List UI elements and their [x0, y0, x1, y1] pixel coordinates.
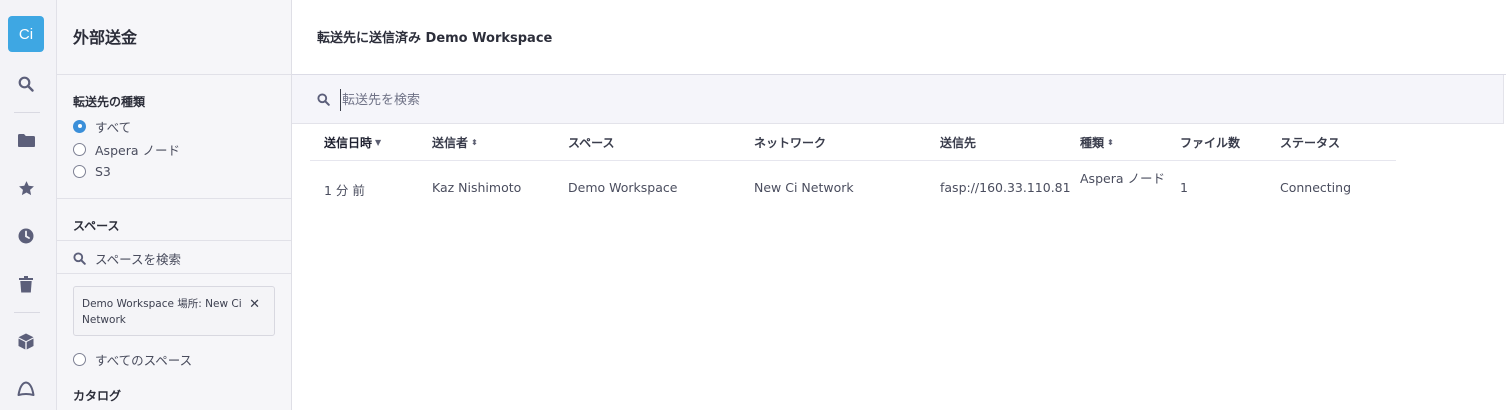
spaces-title: スペース: [73, 219, 120, 233]
column-label: 種類: [1080, 136, 1105, 150]
catalog-title: カタログ: [73, 389, 122, 403]
cube-icon[interactable]: [8, 323, 44, 359]
space-search-placeholder: スペースを検索: [95, 252, 182, 267]
radio-unselected-icon[interactable]: [73, 142, 86, 156]
clock-icon[interactable]: [8, 218, 44, 254]
icon-rail: Ci: [0, 0, 57, 410]
column-label: スペース: [568, 136, 615, 150]
app-window: Ci 外部送金 転送先の種類 すべて Aspera ノード S3 スペース スペ…: [0, 0, 1506, 410]
radio-label: Aspera ノード: [95, 142, 180, 158]
column-label: ステータス: [1280, 136, 1341, 150]
rail-divider: [14, 312, 40, 313]
table-row[interactable]: 1 分 前 Kaz Nishimoto Demo Workspace New C…: [310, 161, 1396, 213]
selected-space-tag: Demo Workspace 場所: New Ci Network ✕: [73, 286, 275, 336]
tag-label: Demo Workspace 場所: New Ci Network: [82, 298, 242, 326]
column-status[interactable]: ステータス: [1280, 134, 1340, 151]
cell-sent-at: 1 分 前: [324, 183, 365, 198]
radio-label: すべて: [95, 119, 132, 135]
column-label: 送信日時: [324, 136, 373, 150]
search-icon: [73, 252, 86, 265]
app-logo[interactable]: Ci: [8, 16, 44, 52]
divider: [57, 273, 291, 274]
sort-desc-icon: ▼: [375, 137, 382, 147]
column-sent-at[interactable]: 送信日時 ▼: [324, 134, 381, 151]
radio-label: すべてのスペース: [95, 352, 193, 368]
column-label: ファイル数: [1180, 136, 1241, 150]
search-icon: [317, 93, 330, 106]
dome-icon[interactable]: [8, 371, 44, 407]
divider: [57, 240, 291, 241]
column-destination[interactable]: 送信先: [940, 134, 976, 151]
sort-icon: ⬍: [471, 137, 478, 147]
cell-network: New Ci Network: [754, 180, 854, 195]
folder-icon[interactable]: [8, 122, 44, 158]
destination-search-input[interactable]: [340, 89, 940, 111]
radio-unselected-icon[interactable]: [73, 352, 86, 366]
search-icon[interactable]: [8, 66, 44, 102]
column-sender[interactable]: 送信者 ⬍: [432, 134, 478, 151]
divider: [57, 198, 291, 199]
main-content: 転送先に送信済み Demo Workspace 送信日時 ▼ 送信者 ⬍ スペー…: [292, 0, 1506, 410]
cell-file-count: 1: [1180, 180, 1188, 195]
sort-icon: ⬍: [1107, 137, 1114, 147]
divider: [57, 74, 291, 75]
radio-type-s3[interactable]: S3: [73, 163, 111, 179]
transfer-type-title: 転送先の種類: [73, 95, 146, 109]
destination-search-bar: [292, 75, 1504, 124]
cell-space: Demo Workspace: [568, 180, 678, 195]
rail-divider: [14, 112, 40, 113]
cell-status: Connecting: [1280, 180, 1352, 195]
cell-type: Aspera ノード: [1080, 171, 1165, 186]
column-label: 送信者: [432, 136, 469, 150]
column-label: ネットワーク: [754, 136, 827, 150]
radio-label: S3: [95, 163, 111, 179]
column-label: 送信先: [940, 136, 977, 150]
space-search[interactable]: スペースを検索: [73, 249, 181, 268]
close-icon[interactable]: ✕: [249, 297, 260, 313]
radio-unselected-icon[interactable]: [73, 164, 86, 178]
table-header: 送信日時 ▼ 送信者 ⬍ スペース ネットワーク 送信先 種類 ⬍ ファイル数: [310, 124, 1396, 161]
column-type[interactable]: 種類 ⬍: [1080, 134, 1114, 151]
cell-sender: Kaz Nishimoto: [432, 180, 522, 195]
radio-all-spaces[interactable]: すべてのスペース: [73, 351, 193, 368]
column-file-count[interactable]: ファイル数: [1180, 134, 1240, 151]
column-space[interactable]: スペース: [568, 134, 615, 151]
radio-type-all[interactable]: すべて: [73, 118, 132, 135]
star-icon[interactable]: [8, 170, 44, 206]
panel-title: 外部送金: [73, 28, 138, 47]
radio-selected-icon[interactable]: [73, 119, 86, 133]
cell-destination: fasp://160.33.110.81: [940, 180, 1071, 195]
page-title: 転送先に送信済み Demo Workspace: [317, 31, 553, 46]
radio-type-aspera[interactable]: Aspera ノード: [73, 141, 180, 158]
filter-panel: 外部送金 転送先の種類 すべて Aspera ノード S3 スペース スペースを…: [57, 0, 292, 410]
trash-icon[interactable]: [8, 266, 44, 302]
column-network[interactable]: ネットワーク: [754, 134, 826, 151]
